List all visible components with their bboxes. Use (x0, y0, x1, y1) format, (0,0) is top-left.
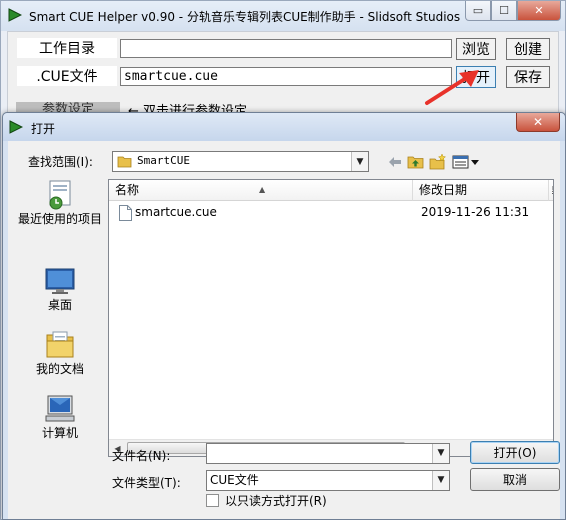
recent-icon (49, 180, 71, 210)
minimize-button[interactable]: ▭ (465, 1, 491, 21)
file-list[interactable]: 名称 ▲ 修改日期 ≣ smartcue.cue 2019-11-26 11:3… (108, 179, 554, 457)
filetype-select[interactable]: CUE文件 ▼ (206, 470, 450, 491)
readonly-checkbox[interactable] (206, 493, 219, 507)
workdir-label: 工作目录 (17, 38, 117, 58)
file-icon (119, 205, 132, 221)
workdir-field[interactable] (120, 39, 452, 58)
folder-icon (117, 156, 132, 168)
up-folder-button[interactable] (406, 153, 424, 170)
place-label: 计算机 (41, 426, 78, 440)
file-date: 2019-11-26 11:31 (421, 205, 530, 219)
chevron-down-icon[interactable]: ▼ (432, 444, 449, 463)
back-arrow-icon (389, 156, 401, 167)
maximize-icon: ☐ (499, 4, 509, 17)
column-header-name-label: 名称 (115, 183, 140, 197)
dialog-titlebar[interactable]: 打开 ✕ (3, 113, 565, 141)
place-documents[interactable]: 我的文档 (16, 329, 104, 376)
place-label: 最近使用的项目 (17, 212, 102, 226)
place-computer[interactable]: 计算机 (16, 393, 104, 440)
new-folder-icon (429, 153, 447, 169)
close-button[interactable]: ✕ (517, 1, 561, 21)
column-header-extra[interactable]: ≣ (549, 180, 553, 201)
documents-icon (46, 331, 74, 358)
filetype-value: CUE文件 (210, 473, 259, 487)
desktop-icon (45, 268, 75, 294)
cuefile-field[interactable]: smartcue.cue (120, 67, 452, 86)
annotation-arrow-icon (425, 70, 479, 105)
back-button[interactable] (386, 153, 404, 170)
sort-up-icon: ▲ (259, 185, 266, 194)
filetype-label: 文件类型(T): (112, 476, 181, 490)
save-button[interactable]: 保存 (506, 66, 550, 88)
open-file-dialog: 打开 ✕ 查找范围(I): SmartCUE ▼ 最近使用的项目 桌面 我的文档… (2, 112, 566, 520)
readonly-option[interactable]: 以只读方式打开(R) (206, 493, 327, 508)
main-window-title: Smart CUE Helper v0.90 - 分轨音乐专辑列表CUE制作助手… (29, 10, 461, 24)
dialog-open-button[interactable]: 打开(O) (470, 441, 560, 464)
computer-icon (45, 395, 75, 422)
play-icon (9, 120, 23, 134)
lookin-combo[interactable]: SmartCUE ▼ (112, 151, 369, 172)
new-folder-button[interactable] (429, 153, 447, 170)
place-desktop[interactable]: 桌面 (16, 265, 104, 312)
place-recent[interactable]: 最近使用的项目 (16, 179, 104, 226)
lookin-value: SmartCUE (137, 154, 190, 167)
view-menu-icon (452, 155, 479, 168)
up-folder-icon (407, 156, 423, 169)
file-row[interactable]: smartcue.cue 2019-11-26 11:31 C (113, 204, 553, 222)
browse-button[interactable]: 浏览 (456, 38, 496, 60)
minimize-icon: ▭ (472, 4, 484, 17)
maximize-button[interactable]: ☐ (491, 1, 517, 21)
place-label: 桌面 (47, 298, 72, 312)
places-bar: 最近使用的项目 桌面 我的文档 计算机 (16, 179, 104, 440)
filename-label: 文件名(N): (112, 449, 171, 463)
view-menu-button[interactable] (452, 153, 480, 170)
lookin-label: 查找范围(I): (28, 155, 93, 169)
close-icon: ✕ (532, 115, 544, 129)
file-name: smartcue.cue (135, 205, 217, 219)
filename-input[interactable]: ▼ (206, 443, 450, 464)
cuefile-label: .CUE文件 (17, 66, 117, 86)
close-icon: ✕ (534, 4, 544, 17)
dialog-close-button[interactable]: ✕ (516, 113, 560, 132)
chevron-down-icon[interactable]: ▼ (432, 471, 449, 490)
column-header-name[interactable]: 名称 ▲ (109, 180, 413, 201)
create-button[interactable]: 创建 (506, 38, 550, 60)
dialog-cancel-button[interactable]: 取消 (470, 468, 560, 491)
column-header-date-label: 修改日期 (419, 183, 468, 197)
place-label: 我的文档 (35, 362, 84, 376)
main-titlebar[interactable]: Smart CUE Helper v0.90 - 分轨音乐专辑列表CUE制作助手… (1, 1, 565, 31)
chevron-down-icon[interactable]: ▼ (351, 152, 368, 171)
column-header-date[interactable]: 修改日期 (413, 180, 549, 201)
readonly-label: 以只读方式打开(R) (225, 493, 327, 508)
dialog-body: 查找范围(I): SmartCUE ▼ 最近使用的项目 桌面 我的文档 计算机 … (8, 141, 560, 519)
dialog-title: 打开 (31, 122, 56, 136)
play-icon (8, 8, 22, 22)
